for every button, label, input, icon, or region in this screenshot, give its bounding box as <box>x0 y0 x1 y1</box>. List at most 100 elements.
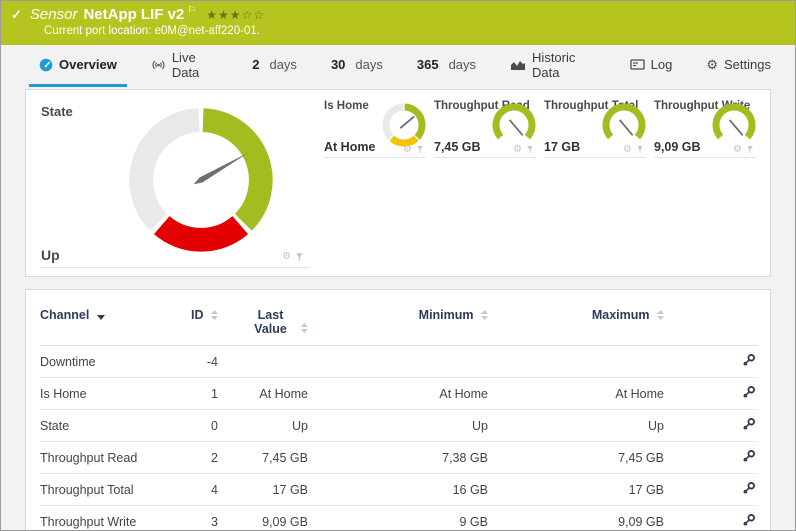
edit-channel-wrench-icon[interactable] <box>742 417 756 434</box>
edit-channel-wrench-icon[interactable] <box>742 513 756 530</box>
column-header-maximum[interactable]: Maximum <box>488 302 664 346</box>
cell-channel: Throughput Read <box>40 442 180 474</box>
cell-minimum: At Home <box>308 378 488 410</box>
tab-settings-label: Settings <box>724 57 771 72</box>
column-header-last-value[interactable]: Last Value <box>218 302 308 346</box>
pin-icon[interactable] <box>746 145 754 154</box>
sort-icon <box>211 309 218 323</box>
gauge-gear-icon[interactable]: ⚙ <box>513 144 522 155</box>
tab-30-days-number: 30 <box>331 57 345 72</box>
column-header-channel[interactable]: Channel <box>40 302 180 346</box>
pin-icon[interactable] <box>526 145 534 154</box>
cell-channel: Throughput Total <box>40 474 180 506</box>
throughput-total-value: 17 GB <box>544 140 580 154</box>
sensor-subtitle: Current port location: e0M@net-aff220-01… <box>44 25 785 37</box>
edit-channel-wrench-icon[interactable] <box>742 481 756 498</box>
sort-icon <box>301 322 308 336</box>
table-row: Downtime -4 <box>40 346 758 378</box>
tab-overview[interactable]: Overview <box>29 45 127 87</box>
state-gauge-label: State <box>41 104 73 119</box>
table-row: Throughput Write 3 9,09 GB 9 GB 9,09 GB <box>40 506 758 531</box>
tab-log-label: Log <box>651 57 673 72</box>
cell-channel: Is Home <box>40 378 180 410</box>
tab-overview-label: Overview <box>59 57 117 72</box>
flag-icon: ⚐ <box>187 5 196 16</box>
edit-channel-wrench-icon[interactable] <box>742 353 756 370</box>
log-console-icon <box>630 58 645 71</box>
content-area: State Up ⚙ <box>1 87 795 531</box>
throughput-read-value: 7,45 GB <box>434 140 481 154</box>
tab-365-days-number: 365 <box>417 57 439 72</box>
cell-maximum <box>488 346 664 378</box>
tab-log[interactable]: Log <box>620 45 683 87</box>
divider <box>324 157 426 158</box>
column-header-last-value-label: Last Value <box>248 308 294 336</box>
cell-id: -4 <box>180 346 218 378</box>
cell-maximum: Up <box>488 410 664 442</box>
tab-30-days[interactable]: 30 days <box>321 45 393 87</box>
throughput-write-value: 9,09 GB <box>654 140 701 154</box>
sort-desc-icon <box>97 309 105 323</box>
tab-historic-data[interactable]: Historic Data <box>500 45 606 87</box>
area-chart-icon <box>510 59 526 71</box>
gauge-gear-icon[interactable]: ⚙ <box>403 144 412 155</box>
edit-channel-wrench-icon[interactable] <box>742 385 756 402</box>
status-check-icon: ✓ <box>11 7 22 23</box>
throughput-total-gauge <box>602 103 646 147</box>
settings-gear-icon: ⚙ <box>706 57 718 73</box>
cell-last-value: 17 GB <box>218 474 308 506</box>
is-home-label: Is Home <box>324 100 369 112</box>
tab-settings[interactable]: ⚙ Settings <box>696 45 781 87</box>
column-header-channel-label: Channel <box>40 308 89 322</box>
throughput-total-gauge-block: Throughput Total 17 GB ⚙ <box>544 100 646 158</box>
cell-minimum: 9 GB <box>308 506 488 531</box>
cell-id: 3 <box>180 506 218 531</box>
state-gauge <box>125 104 277 256</box>
gauge-gear-icon[interactable]: ⚙ <box>282 251 291 262</box>
cell-last-value: 7,45 GB <box>218 442 308 474</box>
tab-2-days[interactable]: 2 days <box>242 45 307 87</box>
column-header-minimum[interactable]: Minimum <box>308 302 488 346</box>
mini-gauges-row: Is Home At Home ⚙ <box>324 100 756 266</box>
tab-365-days-unit: days <box>449 57 476 72</box>
cell-channel: Downtime <box>40 346 180 378</box>
gauge-gear-icon[interactable]: ⚙ <box>623 144 632 155</box>
pin-icon[interactable] <box>295 252 304 262</box>
sensor-kind-label: Sensor <box>30 6 78 23</box>
tab-365-days[interactable]: 365 days <box>407 45 486 87</box>
priority-stars[interactable]: ★★★☆☆ <box>206 8 265 22</box>
cell-last-value: Up <box>218 410 308 442</box>
is-home-gauge <box>382 103 426 147</box>
is-home-value: At Home <box>324 140 375 154</box>
tab-historic-data-label: Historic Data <box>532 50 596 80</box>
table-row: State 0 Up Up Up <box>40 410 758 442</box>
pin-icon[interactable] <box>636 145 644 154</box>
sort-icon <box>657 309 664 323</box>
divider <box>40 267 310 268</box>
sort-icon <box>481 309 488 323</box>
tab-30-days-unit: days <box>355 57 382 72</box>
column-header-maximum-label: Maximum <box>592 308 650 322</box>
state-gauge-value: Up <box>41 247 60 263</box>
cell-maximum: 7,45 GB <box>488 442 664 474</box>
tab-strip: Overview Live Data 2 days 30 days 365 <box>1 45 795 87</box>
column-header-id-label: ID <box>191 308 204 322</box>
table-row: Throughput Read 2 7,45 GB 7,38 GB 7,45 G… <box>40 442 758 474</box>
table-row: Throughput Total 4 17 GB 16 GB 17 GB <box>40 474 758 506</box>
table-row: Is Home 1 At Home At Home At Home <box>40 378 758 410</box>
is-home-gauge-block: Is Home At Home ⚙ <box>324 100 426 158</box>
column-header-id[interactable]: ID <box>180 302 218 346</box>
pin-icon[interactable] <box>416 145 424 154</box>
divider <box>544 157 646 158</box>
divider <box>434 157 536 158</box>
gauge-gear-icon[interactable]: ⚙ <box>733 144 742 155</box>
cell-minimum: 7,38 GB <box>308 442 488 474</box>
divider <box>654 157 756 158</box>
throughput-read-gauge-block: Throughput Read 7,45 GB ⚙ <box>434 100 536 158</box>
cell-last-value <box>218 346 308 378</box>
cell-channel: Throughput Write <box>40 506 180 531</box>
cell-minimum: Up <box>308 410 488 442</box>
tab-live-data[interactable]: Live Data <box>141 45 228 87</box>
cell-maximum: 17 GB <box>488 474 664 506</box>
edit-channel-wrench-icon[interactable] <box>742 449 756 466</box>
